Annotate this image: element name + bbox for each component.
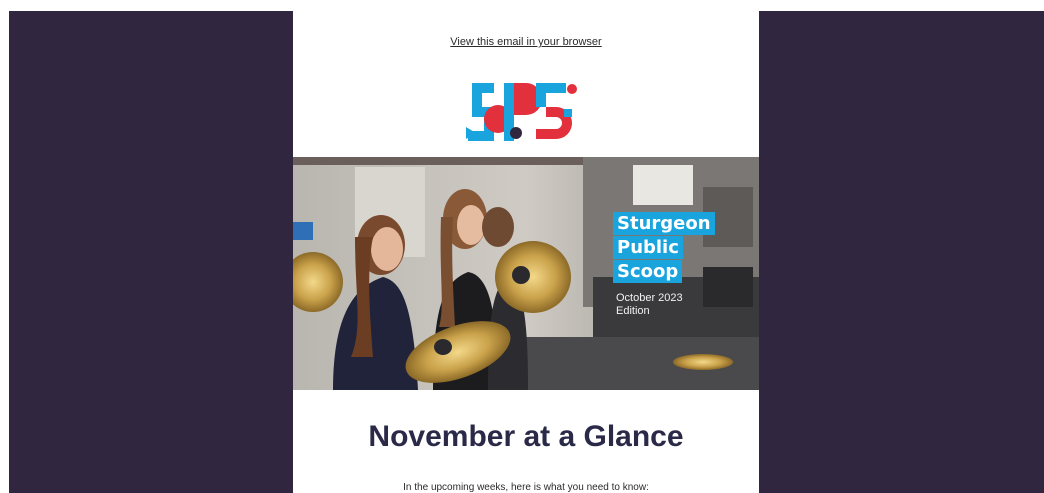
- edition-month: October 2023: [616, 292, 683, 304]
- email-card: View this email in your browser Sturgeon…: [293, 11, 759, 493]
- title-line-2: Public: [613, 236, 683, 259]
- intro-text: In the upcoming weeks, here is what you …: [403, 482, 649, 493]
- edition-word: Edition: [616, 305, 650, 317]
- hero-banner: Sturgeon Public Scoop October 2023 Editi…: [293, 157, 759, 390]
- title-line-1: Sturgeon: [613, 212, 715, 235]
- newsletter-title-block: Sturgeon Public Scoop October 2023 Editi…: [613, 212, 753, 318]
- title-line-3: Scoop: [613, 260, 683, 283]
- section-headline: November at a Glance: [368, 420, 684, 453]
- view-in-browser-link[interactable]: View this email in your browser: [293, 36, 759, 48]
- edition-label: October 2023 Edition: [613, 292, 706, 318]
- sps-logo-icon: [464, 79, 584, 151]
